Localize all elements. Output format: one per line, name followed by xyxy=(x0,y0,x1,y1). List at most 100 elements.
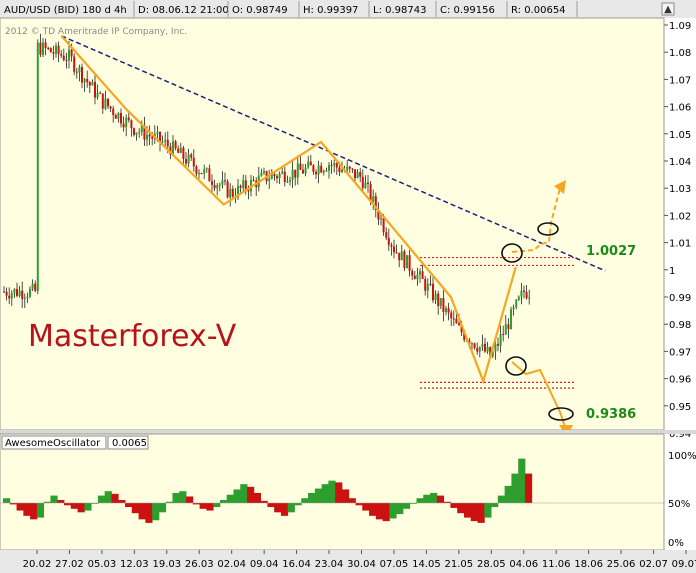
x-tick-label: 26.03 xyxy=(185,559,214,570)
y-tick-label: 1.05 xyxy=(669,130,691,141)
candle-body xyxy=(291,169,294,180)
y-tick-label: 1.07 xyxy=(669,75,691,86)
candle-body xyxy=(229,188,232,198)
candle-body xyxy=(354,169,356,179)
candle-body xyxy=(504,324,507,335)
candle-body xyxy=(146,134,148,140)
candle-body xyxy=(36,42,39,291)
candle-body xyxy=(330,165,333,167)
candle-body xyxy=(400,251,403,261)
candle-body xyxy=(29,288,31,297)
candle-body xyxy=(268,178,271,182)
candle-body xyxy=(57,45,60,55)
oscillator-bar xyxy=(84,503,92,511)
candle-body xyxy=(16,288,18,296)
candle-body xyxy=(78,67,81,73)
oscillator-bar xyxy=(172,492,180,503)
oscillator-bar xyxy=(50,495,58,503)
price-axis: 0.940.950.960.970.980.9911.011.021.031.0… xyxy=(664,21,691,440)
candle-body xyxy=(437,293,440,307)
candle-body xyxy=(484,343,486,352)
oscillator-value: 0.0065 xyxy=(112,438,147,449)
candle-body xyxy=(471,343,473,345)
oscillator-bar xyxy=(457,503,465,514)
candle-body xyxy=(411,270,414,276)
candle-body xyxy=(120,112,122,124)
x-tick-label: 21.05 xyxy=(445,559,474,570)
oscillator-bar xyxy=(213,503,221,508)
oscillator-bar xyxy=(253,492,261,503)
x-tick-label: 07.05 xyxy=(380,559,409,570)
y-tick-label: 1.01 xyxy=(669,239,691,250)
oscillator-bar xyxy=(64,503,72,506)
candle-body xyxy=(75,71,78,73)
candle-body xyxy=(356,172,359,179)
candle-body xyxy=(315,171,317,175)
oscillator-bar xyxy=(219,500,228,503)
candle-body xyxy=(341,169,343,173)
osc-tick-100: 100% xyxy=(668,451,696,462)
candle-body xyxy=(18,290,21,296)
candle-body xyxy=(138,131,141,133)
candle-body xyxy=(528,297,531,299)
candle-body xyxy=(99,92,102,94)
candle-body xyxy=(94,81,96,98)
brand-watermark: Masterforex-V xyxy=(28,319,237,354)
oscillator-bar xyxy=(240,484,248,503)
candle-body xyxy=(348,166,351,169)
oscillator-bar xyxy=(348,498,356,503)
x-tick-label: 16.04 xyxy=(282,559,311,570)
oscillator-bar xyxy=(186,496,194,503)
oscillator-bar xyxy=(30,503,38,520)
candle-body xyxy=(224,180,226,182)
oscillator-bar xyxy=(247,486,255,503)
candle-body xyxy=(486,347,489,352)
oscillator-bar xyxy=(402,503,411,509)
header-open: O: 0.98749 xyxy=(232,5,288,16)
candle-body xyxy=(335,163,338,168)
candle-body xyxy=(520,290,523,297)
candle-body xyxy=(88,82,91,86)
candle-body xyxy=(260,172,263,176)
candle-body xyxy=(445,308,447,312)
candle-body xyxy=(226,181,229,198)
header-high: H: 0.99397 xyxy=(303,5,358,16)
candle-body xyxy=(73,56,76,72)
candle-body xyxy=(296,163,299,178)
candle-body xyxy=(333,163,336,166)
x-tick-label: 25.06 xyxy=(607,559,636,570)
candle-body xyxy=(151,136,154,139)
candle-body xyxy=(148,134,151,137)
candle-body xyxy=(127,117,130,121)
candle-body xyxy=(361,176,364,189)
candle-body xyxy=(198,173,200,175)
oscillator-bar xyxy=(382,503,390,522)
oscillator-bar xyxy=(179,491,187,503)
candle-body xyxy=(205,168,208,170)
candle-body xyxy=(52,52,55,54)
copyright-notice: 2012 © TD Ameritrade IP Company, Inc. xyxy=(5,27,187,37)
candle-body xyxy=(172,141,174,155)
candle-body xyxy=(187,154,190,164)
candle-body xyxy=(478,347,481,352)
candle-body xyxy=(83,78,86,83)
candle-body xyxy=(104,98,107,109)
candle-body xyxy=(174,141,177,149)
candle-body xyxy=(203,168,206,174)
candle-body xyxy=(26,296,29,298)
oscillator-bar xyxy=(328,480,336,503)
candle-body xyxy=(351,168,354,170)
candle-body xyxy=(161,141,164,143)
candle-body xyxy=(122,123,125,128)
candle-body xyxy=(60,54,63,56)
x-tick-label: 04.06 xyxy=(509,559,538,570)
y-tick-label: 1 xyxy=(669,266,675,277)
candle-body xyxy=(182,147,185,160)
x-tick-label: 02.07 xyxy=(639,559,668,570)
candle-body xyxy=(283,171,286,183)
oscillator-bar xyxy=(470,503,478,522)
candle-body xyxy=(380,218,382,220)
candle-body xyxy=(382,218,385,233)
candle-body xyxy=(507,324,510,330)
candle-body xyxy=(434,293,437,301)
